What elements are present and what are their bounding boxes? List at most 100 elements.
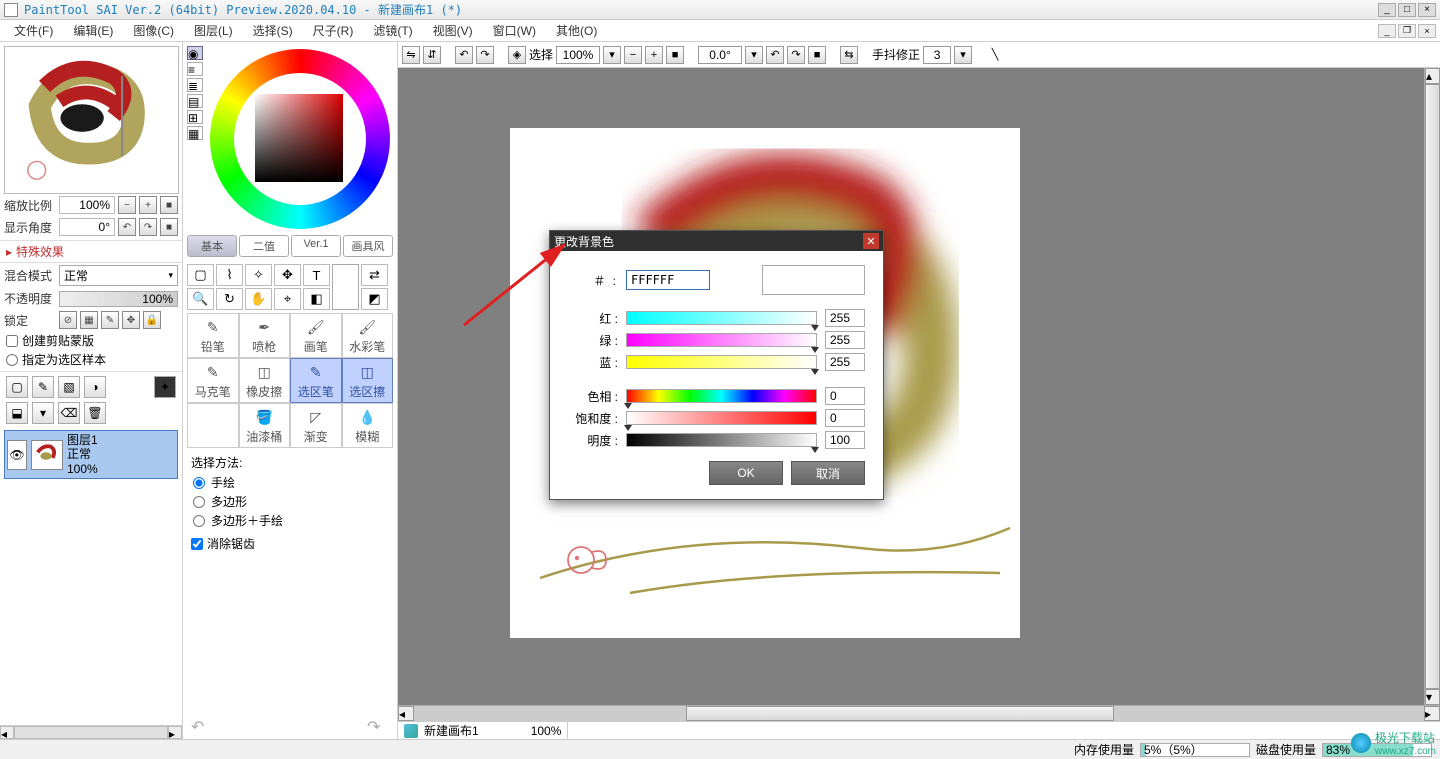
sat-slider[interactable]: [626, 411, 817, 425]
rotate-ccw-button[interactable]: ↶: [118, 218, 136, 236]
undo-canvas-button[interactable]: ↶: [455, 46, 473, 64]
menu-image[interactable]: 图像(C): [123, 20, 184, 42]
dialog-close-button[interactable]: ✕: [863, 233, 879, 249]
doc-restore-button[interactable]: ❐: [1398, 24, 1416, 38]
flip-v-button[interactable]: ⇵: [423, 46, 441, 64]
doc-minimize-button[interactable]: _: [1378, 24, 1396, 38]
select-method-polyfh[interactable]: 多边形＋手绘: [183, 511, 397, 530]
merge-down-button[interactable]: ⬓: [6, 402, 28, 424]
menu-window[interactable]: 窗口(W): [483, 20, 546, 42]
menu-layer[interactable]: 图层(L): [184, 20, 243, 42]
redo-icon[interactable]: ↷: [367, 717, 389, 735]
lock-extra-button[interactable]: 🔒: [143, 311, 161, 329]
tool-text[interactable]: T: [303, 264, 330, 286]
tool-eyedropper[interactable]: ⌖: [274, 288, 301, 310]
rotate-ccw-canvas[interactable]: ↶: [766, 46, 784, 64]
val-value[interactable]: [825, 431, 865, 449]
tool-lasso[interactable]: ⌇: [216, 264, 243, 286]
transform-button[interactable]: ✦: [154, 376, 176, 398]
menu-ruler[interactable]: 尺子(R): [303, 20, 364, 42]
brush-marker[interactable]: ✎马克笔: [187, 358, 239, 403]
brush-watercolor[interactable]: 🖌水彩笔: [342, 313, 394, 358]
color-swatches-toggle[interactable]: ⊞: [187, 110, 203, 124]
stabilizer-value[interactable]: 3: [923, 46, 951, 64]
menu-others[interactable]: 其他(O): [546, 20, 607, 42]
zoom-field[interactable]: 100%: [556, 46, 600, 64]
minimize-button[interactable]: _: [1378, 3, 1396, 17]
color-mixer-toggle[interactable]: ▤: [187, 94, 203, 108]
color-rgb-toggle[interactable]: ≡: [187, 62, 203, 76]
red-slider[interactable]: [626, 311, 817, 325]
color-hsv-toggle[interactable]: ≣: [187, 78, 203, 92]
zoom-out-button[interactable]: −: [118, 196, 136, 214]
brush-select-eraser[interactable]: ◫选区擦: [342, 358, 394, 403]
new-linework-button[interactable]: ✎: [32, 376, 54, 398]
blend-mode-dropdown[interactable]: 正常: [59, 265, 178, 286]
rotate-cw-button[interactable]: ↷: [139, 218, 157, 236]
color-tab-ver1[interactable]: Ver.1: [291, 235, 341, 257]
sat-value[interactable]: [825, 409, 865, 427]
stabilizer-menu-button[interactable]: ▾: [954, 46, 972, 64]
delete-layer-button[interactable]: 🗑: [84, 402, 106, 424]
zoom-fit-canvas[interactable]: ■: [666, 46, 684, 64]
clipping-mask-checkbox[interactable]: 创建剪贴蒙版: [0, 331, 182, 350]
select-method-polygon[interactable]: 多边形: [183, 492, 397, 511]
brush-gradient[interactable]: ◸渐变: [290, 403, 342, 448]
brush-bucket[interactable]: 🪣油漆桶: [239, 403, 291, 448]
brush-eraser[interactable]: ◫橡皮擦: [239, 358, 291, 403]
rotate-reset-button[interactable]: ■: [160, 218, 178, 236]
zoom-in-canvas[interactable]: +: [645, 46, 663, 64]
blue-slider[interactable]: [626, 355, 817, 369]
blue-value[interactable]: [825, 353, 865, 371]
fg-color-swatch[interactable]: [332, 264, 359, 310]
new-folder-button[interactable]: ▧: [58, 376, 80, 398]
horizontal-scrollbar[interactable]: ◂▸: [398, 705, 1440, 721]
maximize-button[interactable]: □: [1398, 3, 1416, 17]
angle-value[interactable]: 0°: [59, 218, 115, 236]
hue-slider[interactable]: [626, 389, 817, 403]
ok-button[interactable]: OK: [709, 461, 783, 485]
brush-blur[interactable]: 💧模糊: [342, 403, 394, 448]
swap-colors-icon[interactable]: ⇄: [361, 264, 388, 286]
green-slider[interactable]: [626, 333, 817, 347]
flip-h-button[interactable]: ⇋: [402, 46, 420, 64]
selection-source-checkbox[interactable]: 指定为选区样本: [0, 350, 182, 369]
zoom-in-button[interactable]: +: [139, 196, 157, 214]
line-tool-icon[interactable]: ╲: [986, 46, 1004, 64]
hex-input[interactable]: [626, 270, 710, 290]
vertical-scrollbar[interactable]: ▴▾: [1424, 68, 1440, 705]
doc-close-button[interactable]: ×: [1418, 24, 1436, 38]
mask-button[interactable]: ◑: [84, 376, 106, 398]
menu-filter[interactable]: 滤镜(T): [363, 20, 422, 42]
lock-pixels-button[interactable]: ▦: [80, 311, 98, 329]
tool-hand[interactable]: ✋: [245, 288, 272, 310]
zoom-value[interactable]: 100%: [59, 196, 115, 214]
angle-field[interactable]: 0.0°: [698, 46, 742, 64]
green-value[interactable]: [825, 331, 865, 349]
rotate-cw-canvas[interactable]: ↷: [787, 46, 805, 64]
rotate-reset-canvas[interactable]: ■: [808, 46, 826, 64]
tool-move[interactable]: ✥: [274, 264, 301, 286]
tool-rotate[interactable]: ↻: [216, 288, 243, 310]
special-effects-header[interactable]: 特殊效果: [0, 241, 182, 262]
brush-empty[interactable]: [187, 403, 239, 448]
select-all-button[interactable]: ◈: [508, 46, 526, 64]
lock-none-button[interactable]: ⊘: [59, 311, 77, 329]
angle-menu-button[interactable]: ▾: [745, 46, 763, 64]
layer-visibility-icon[interactable]: 👁: [7, 440, 27, 470]
lock-move-button[interactable]: ✎: [101, 311, 119, 329]
zoom-out-canvas[interactable]: −: [624, 46, 642, 64]
lock-all-button[interactable]: ✥: [122, 311, 140, 329]
left-panel-scrollbar[interactable]: ◂▸: [0, 725, 182, 739]
menu-edit[interactable]: 编辑(E): [63, 20, 123, 42]
color-scratchpad-toggle[interactable]: ▦: [187, 126, 203, 140]
antialias-checkbox[interactable]: 消除锯齿: [183, 534, 397, 553]
tool-magic-wand[interactable]: ✧: [245, 264, 272, 286]
select-method-freehand[interactable]: 手绘: [183, 473, 397, 492]
opacity-slider[interactable]: 100%: [59, 291, 178, 307]
brush-brush[interactable]: 🖌画笔: [290, 313, 342, 358]
close-button[interactable]: ×: [1418, 3, 1436, 17]
brush-pencil[interactable]: ✎铅笔: [187, 313, 239, 358]
hue-value[interactable]: [825, 387, 865, 405]
brush-select-pen[interactable]: ✎选区笔: [290, 358, 342, 403]
